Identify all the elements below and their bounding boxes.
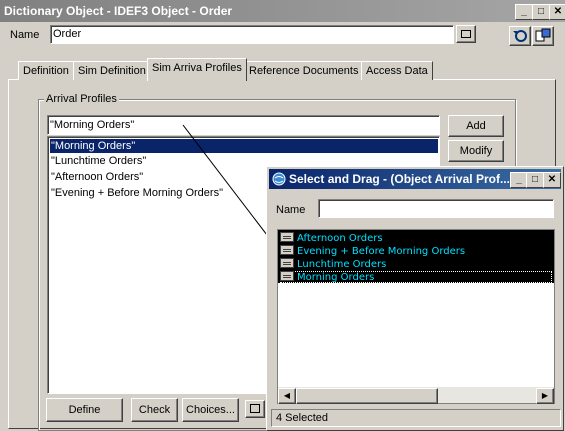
list-item[interactable]: Afternoon Orders [280, 232, 383, 244]
profile-icon [280, 258, 294, 268]
list-item[interactable]: Morning Orders [280, 271, 552, 283]
list-item[interactable]: Lunchtime Orders [280, 258, 386, 270]
dialog-close-button[interactable]: ✕ [543, 172, 561, 188]
scroll-left-button[interactable]: ◀ [278, 388, 296, 404]
select-drag-dialog: Select and Drag - (Object Arrival Prof..… [266, 166, 564, 431]
scroll-right-button[interactable]: ▶ [536, 388, 554, 404]
selected-count: 4 Selected [276, 412, 328, 424]
dialog-maximize-button[interactable]: □ [526, 172, 544, 188]
profile-icon [280, 232, 294, 242]
scroll-thumb[interactable] [296, 388, 438, 404]
dialog-items-list[interactable]: Afternoon Orders Evening + Before Mornin… [277, 229, 555, 391]
tab-sim-arrival-profiles[interactable]: Sim Arriva Profiles [147, 58, 247, 81]
profile-icon [280, 245, 294, 255]
dialog-name-label: Name [276, 204, 306, 216]
dialog-status-bar: 4 Selected [271, 409, 561, 427]
profile-icon [280, 271, 294, 281]
dialog-title: Select and Drag - (Object Arrival Prof..… [289, 172, 509, 186]
globe-icon [272, 172, 286, 186]
horizontal-scrollbar[interactable]: ◀ ▶ [277, 387, 555, 404]
dialog-name-field[interactable] [318, 199, 554, 218]
list-item[interactable]: Evening + Before Morning Orders [280, 245, 465, 257]
